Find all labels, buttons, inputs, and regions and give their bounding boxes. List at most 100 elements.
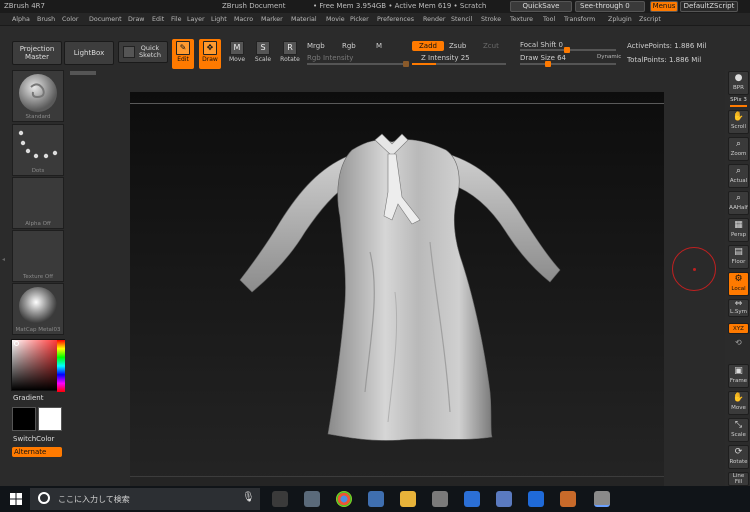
gradient-label[interactable]: Gradient (13, 394, 43, 402)
draw-size-knob[interactable] (545, 61, 551, 67)
menu-brush[interactable]: Brush (37, 16, 55, 23)
taskbar-app-9-icon[interactable] (560, 491, 576, 507)
rgb-intensity-label: Rgb Intensity (307, 54, 354, 62)
z-intensity-slider[interactable] (412, 63, 506, 65)
zadd-button[interactable]: Zadd (412, 41, 444, 51)
actual-button[interactable]: ⌕ Actual (728, 164, 749, 188)
menu-macro[interactable]: Macro (234, 16, 253, 23)
menu-zplugin[interactable]: Zplugin (608, 16, 632, 23)
menus-button[interactable]: Menus (650, 1, 678, 12)
color-picker[interactable] (11, 339, 65, 392)
taskbar-app-1-icon[interactable] (304, 491, 320, 507)
dress-model[interactable] (130, 92, 664, 486)
menu-tool[interactable]: Tool (543, 16, 555, 23)
document-canvas[interactable] (130, 92, 664, 486)
texture-name: Texture Off (22, 274, 53, 280)
scale-label: Scale (254, 56, 272, 63)
menu-layer[interactable]: Layer (187, 16, 205, 23)
alpha-thumbnail[interactable]: Alpha Off (12, 177, 64, 229)
draw-size-slider[interactable] (520, 61, 616, 67)
taskbar-app-3-icon[interactable] (368, 491, 384, 507)
local-button[interactable]: ⚙ Local (728, 272, 749, 296)
move-view-button[interactable]: ✋ Move (728, 391, 749, 415)
material-thumbnail[interactable]: MatCap Metal03 (12, 283, 64, 335)
rgb-button[interactable]: Rgb (342, 42, 356, 50)
rgb-intensity-knob[interactable] (403, 61, 409, 67)
hue-bar[interactable] (57, 340, 65, 392)
menu-document[interactable]: Document (89, 16, 122, 23)
texture-thumbnail[interactable]: Texture Off (12, 230, 64, 282)
menu-picker[interactable]: Picker (350, 16, 369, 23)
focal-shift-knob[interactable] (564, 47, 570, 53)
windows-start-icon[interactable] (10, 493, 22, 505)
see-through-slider[interactable]: See-through 0 (575, 1, 645, 12)
menu-texture[interactable]: Texture (510, 16, 533, 23)
xyz-button[interactable]: XYZ (728, 323, 749, 334)
frame-button[interactable]: ▣ Frame (728, 364, 749, 388)
menu-transform[interactable]: Transform (564, 16, 595, 23)
bpr-button[interactable]: ● BPR (728, 71, 749, 95)
secondary-color-swatch[interactable] (12, 407, 36, 431)
main-color-swatch[interactable] (38, 407, 62, 431)
zsub-button[interactable]: Zsub (449, 42, 466, 50)
quick-sketch-button[interactable]: Quick Sketch (118, 41, 168, 63)
menu-preferences[interactable]: Preferences (377, 16, 414, 23)
menu-stroke[interactable]: Stroke (481, 16, 501, 23)
zoom-button[interactable]: ⌕ Zoom (728, 137, 749, 161)
spix-slider[interactable]: SPix 3 (728, 97, 749, 107)
zcut-button[interactable]: Zcut (483, 42, 499, 50)
quicksave-button[interactable]: QuickSave (510, 1, 572, 12)
rotate-axis-icon[interactable]: ⟲ (735, 338, 742, 347)
focal-shift-slider[interactable] (520, 47, 616, 53)
file-explorer-icon[interactable] (400, 491, 416, 507)
alternate-button[interactable]: Alternate (12, 447, 62, 457)
taskbar-app-5-icon[interactable] (432, 491, 448, 507)
left-tray-toggle-icon[interactable]: ◂ (2, 256, 5, 263)
taskbar-search-box[interactable]: ここに入力して検索 🎙 (30, 488, 260, 510)
mrgb-button[interactable]: Mrgb (307, 42, 325, 50)
switch-color-button[interactable]: SwitchColor (13, 435, 54, 443)
task-view-icon[interactable] (272, 491, 288, 507)
menu-movie[interactable]: Movie (326, 16, 345, 23)
rotate-view-button[interactable]: ⟳ Rotate (728, 445, 749, 469)
menu-color[interactable]: Color (62, 16, 78, 23)
persp-button[interactable]: ▦ Persp (728, 218, 749, 242)
move-button[interactable]: M Move (226, 39, 248, 69)
draw-button[interactable]: ✥ Draw (199, 39, 221, 69)
lsym-button[interactable]: ⇔ L.Sym (728, 299, 749, 317)
rotate-button[interactable]: R Rotate (279, 39, 301, 69)
menu-zscript[interactable]: Zscript (639, 16, 661, 23)
menu-alpha[interactable]: Alpha (12, 16, 30, 23)
draw-label: Draw (202, 56, 218, 63)
projection-master-button[interactable]: Projection Master (12, 41, 62, 65)
rgb-intensity-slider[interactable] (307, 61, 409, 67)
menu-stencil[interactable]: Stencil (451, 16, 472, 23)
default-zscript-button[interactable]: DefaultZScript (680, 1, 738, 12)
zbrush-taskbar-icon[interactable] (594, 491, 610, 507)
menu-render[interactable]: Render (423, 16, 445, 23)
chrome-icon[interactable] (336, 491, 352, 507)
m-button[interactable]: M (376, 42, 382, 50)
menu-edit[interactable]: Edit (152, 16, 164, 23)
aahalf-button[interactable]: ⌕ AAHalf (728, 191, 749, 215)
menu-material[interactable]: Material (291, 16, 317, 23)
scale-button[interactable]: S Scale (252, 39, 274, 69)
menu-marker[interactable]: Marker (261, 16, 283, 23)
line-fill-button[interactable]: Line Fill (728, 472, 749, 486)
taskbar-app-6-icon[interactable] (464, 491, 480, 507)
taskbar-app-8-icon[interactable] (528, 491, 544, 507)
scale-view-button[interactable]: ⤡ Scale (728, 418, 749, 442)
menu-draw[interactable]: Draw (128, 16, 144, 23)
menu-light[interactable]: Light (211, 16, 227, 23)
floor-button[interactable]: ▤ Floor (728, 245, 749, 269)
microphone-icon[interactable]: 🎙 (242, 492, 255, 503)
lightbox-button[interactable]: LightBox (64, 41, 114, 65)
menu-file[interactable]: File (171, 16, 182, 23)
scroll-button[interactable]: ✋ Scroll (728, 110, 749, 134)
dynamic-button[interactable]: Dynamic (597, 54, 621, 60)
taskbar-app-7-icon[interactable] (496, 491, 512, 507)
stroke-thumbnail[interactable]: Dots (12, 124, 64, 176)
brush-thumbnail[interactable]: Standard (12, 70, 64, 122)
edit-button[interactable]: ✎ Edit (172, 39, 194, 69)
document-scroll-tab[interactable] (70, 71, 96, 75)
